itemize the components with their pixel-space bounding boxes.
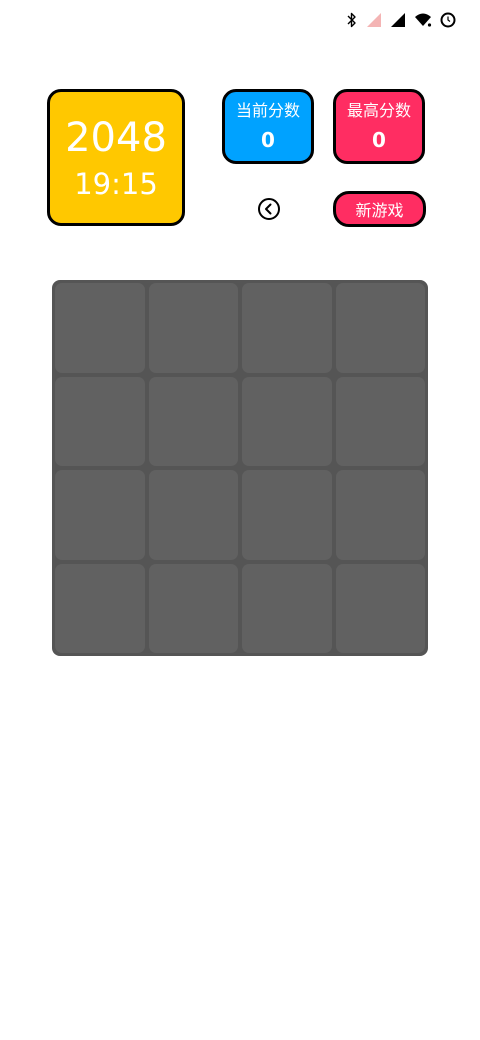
undo-back-icon: [258, 198, 280, 220]
board-cell: [55, 376, 145, 466]
best-score-value: 0: [372, 127, 386, 152]
best-score-label: 最高分数: [346, 100, 411, 120]
board-cell: [335, 283, 425, 373]
best-score-box: 最高分数 0: [333, 89, 425, 164]
board-cell: [335, 376, 425, 466]
board-cell: [148, 470, 238, 560]
board-cell: [242, 283, 332, 373]
bluetooth-icon: [346, 12, 358, 28]
game-board[interactable]: [52, 280, 428, 656]
status-bar: [346, 8, 456, 32]
board-cell: [55, 563, 145, 653]
clock-time: 19:15: [74, 166, 158, 201]
current-score-value: 0: [261, 127, 275, 152]
no-sim-signal-icon: [366, 12, 382, 28]
new-game-button[interactable]: 新游戏: [333, 191, 426, 227]
alarm-icon: [440, 12, 456, 28]
current-score-label: 当前分数: [235, 100, 300, 120]
undo-button[interactable]: [257, 197, 281, 221]
logo-tile: 2048 19:15: [47, 89, 185, 226]
current-score-box: 当前分数 0: [222, 89, 314, 164]
cell-signal-icon: [390, 12, 406, 28]
board-cell: [242, 376, 332, 466]
board-cell: [148, 283, 238, 373]
board-cell: [55, 283, 145, 373]
board-cell: [242, 470, 332, 560]
board-cell: [335, 470, 425, 560]
wifi-icon: [414, 12, 432, 28]
board-cell: [148, 376, 238, 466]
game-title: 2048: [65, 114, 167, 161]
board-cell: [242, 563, 332, 653]
board-cell: [55, 470, 145, 560]
game-screen: 2048 19:15 当前分数 0 最高分数 0 新游戏: [0, 0, 480, 1040]
board-cell: [148, 563, 238, 653]
board-cell: [335, 563, 425, 653]
